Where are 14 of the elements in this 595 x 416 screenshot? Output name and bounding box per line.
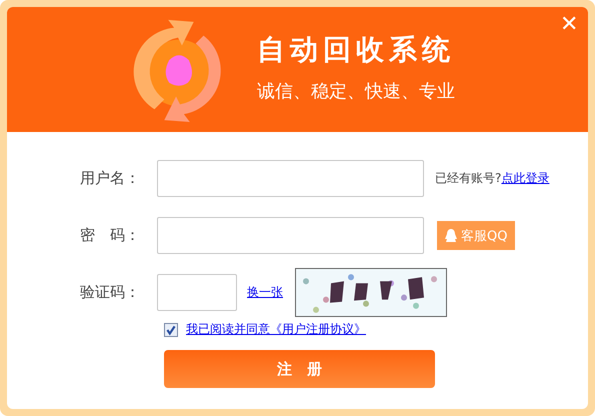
username-field[interactable] xyxy=(157,160,424,197)
penguin-icon xyxy=(445,228,457,242)
slogan: 诚信、稳定、快速、专业 xyxy=(257,80,455,102)
refresh-captcha-link[interactable]: 换一张 xyxy=(247,284,283,301)
login-link[interactable]: 点此登录 xyxy=(501,170,550,187)
account-hint: 已经有账号? xyxy=(435,170,502,187)
agreement-checkbox[interactable] xyxy=(164,322,178,336)
username-label: 用户名： xyxy=(80,169,141,188)
system-title: 自动回收系统 xyxy=(257,32,455,68)
agreement-link[interactable]: 我已阅读并同意《用户注册协议》 xyxy=(186,321,366,338)
captcha-label: 验证码： xyxy=(80,283,141,302)
password-field[interactable] xyxy=(157,217,424,254)
captcha-field[interactable] xyxy=(157,274,237,311)
password-label: 密 码： xyxy=(80,226,141,245)
